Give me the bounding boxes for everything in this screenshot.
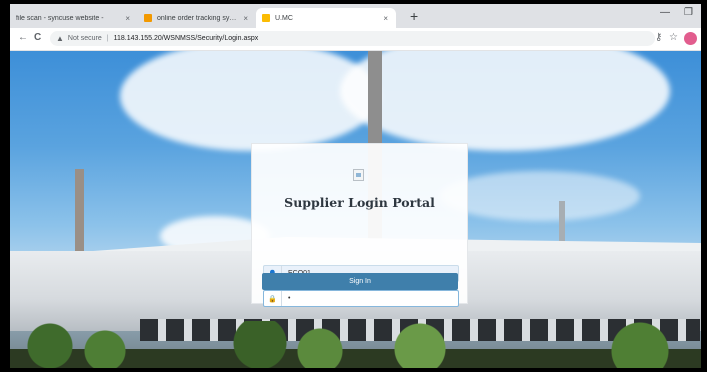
security-label: Not secure — [67, 35, 102, 42]
cloud — [120, 51, 380, 151]
password-field[interactable]: 🔒 — [263, 290, 459, 307]
tab-title: U.MC — [275, 14, 293, 22]
url-text[interactable]: 118.143.155.20/WSNMSS/Security/Login.asp… — [114, 35, 259, 42]
tab-title: file scan - syncuse website - — [16, 14, 104, 22]
reload-icon[interactable]: C — [34, 32, 41, 43]
cloud — [440, 171, 640, 221]
tab-close-icon[interactable]: × — [383, 14, 388, 23]
cloud — [340, 51, 670, 151]
lock-icon: 🔒 — [264, 291, 282, 306]
login-page: Supplier Login Portal 👤 🔒 Sign In — [10, 51, 701, 368]
tab-favicon-icon — [144, 14, 152, 22]
profile-avatar[interactable] — [684, 32, 697, 45]
tab-umc-active[interactable]: U.MC × — [256, 8, 396, 28]
back-icon[interactable]: ← — [18, 32, 28, 43]
tab-strip: file scan - syncuse website - × online o… — [10, 4, 701, 28]
address-bar[interactable]: ▲ Not secure | 118.143.155.20/WSNMSS/Sec… — [50, 31, 655, 46]
key-icon[interactable]: ⚷ — [655, 32, 662, 43]
tab-title: online order tracking system — [157, 14, 238, 22]
login-title: Supplier Login Portal — [284, 195, 435, 210]
tab-file-scan[interactable]: file scan - syncuse website - × — [10, 8, 138, 28]
trees — [10, 321, 701, 368]
warning-icon: ▲ — [56, 34, 64, 43]
minimize-icon[interactable]: — — [660, 7, 670, 18]
restore-icon[interactable]: ❐ — [684, 7, 693, 18]
new-tab-button[interactable]: + — [410, 8, 418, 24]
star-icon[interactable]: ☆ — [669, 32, 678, 43]
tab-close-icon[interactable]: × — [125, 14, 130, 23]
tab-close-icon[interactable]: × — [243, 14, 248, 23]
sign-in-button[interactable]: Sign In — [262, 273, 458, 290]
tab-order-tracking[interactable]: online order tracking system × — [138, 8, 256, 28]
omnibox-separator: | — [106, 35, 109, 42]
browser-toolbar: ← C ▲ Not secure | 118.143.155.20/WSNMSS… — [10, 28, 701, 51]
tab-favicon-icon — [262, 14, 270, 22]
browser-window: file scan - syncuse website - × online o… — [10, 4, 701, 368]
broken-logo-image-icon — [353, 169, 364, 181]
password-input[interactable] — [282, 291, 458, 306]
